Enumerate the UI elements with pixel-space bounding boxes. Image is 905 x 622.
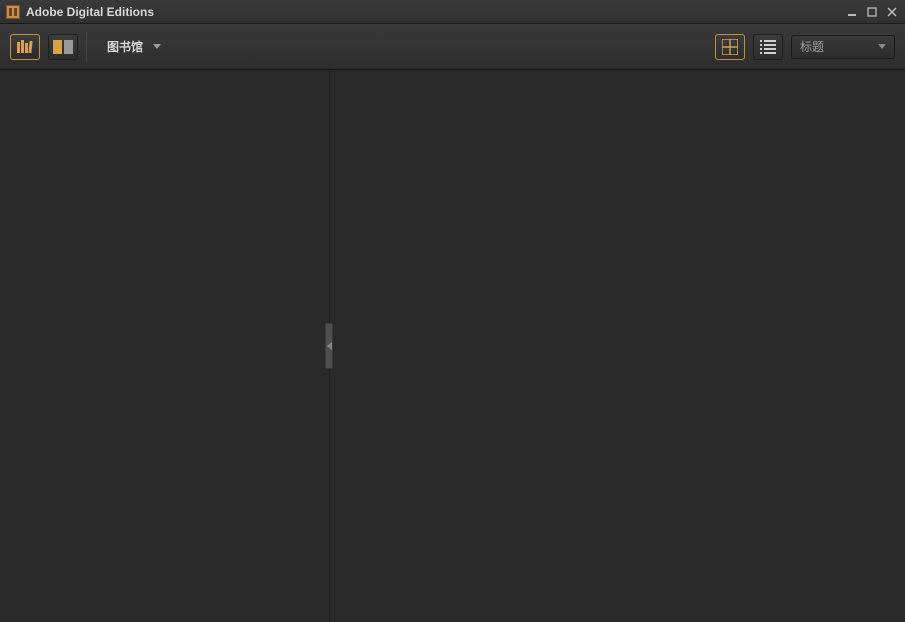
- window-controls: [845, 5, 899, 19]
- thumbnail-view-button[interactable]: [715, 34, 745, 60]
- sidebar-panel: [0, 70, 330, 622]
- reading-view-icon: [53, 40, 73, 54]
- sort-select[interactable]: 标题: [791, 35, 895, 59]
- toolbar-right-group: 标题: [715, 34, 895, 60]
- window-title: Adobe Digital Editions: [26, 5, 845, 19]
- toolbar-left-group: 图书馆: [10, 32, 173, 62]
- maximize-button[interactable]: [865, 5, 879, 19]
- main-panel: [330, 70, 905, 622]
- sidebar-collapse-handle[interactable]: [325, 323, 333, 369]
- app-icon: [6, 5, 20, 19]
- chevron-down-icon: [153, 44, 161, 49]
- library-view-icon: [16, 39, 34, 55]
- toolbar: 图书馆 标题: [0, 24, 905, 70]
- chevron-down-icon: [878, 44, 886, 49]
- minimize-button[interactable]: [845, 5, 859, 19]
- library-menu-label: 图书馆: [107, 38, 143, 55]
- list-view-button[interactable]: [753, 34, 783, 60]
- toolbar-separator: [86, 32, 87, 62]
- library-menu[interactable]: 图书馆: [95, 32, 173, 62]
- thumbnail-view-icon: [722, 39, 738, 55]
- reading-view-button[interactable]: [48, 34, 78, 60]
- close-button[interactable]: [885, 5, 899, 19]
- sort-select-label: 标题: [800, 38, 878, 55]
- library-view-button[interactable]: [10, 34, 40, 60]
- titlebar: Adobe Digital Editions: [0, 0, 905, 24]
- list-view-icon: [760, 40, 776, 54]
- content-area: [0, 70, 905, 622]
